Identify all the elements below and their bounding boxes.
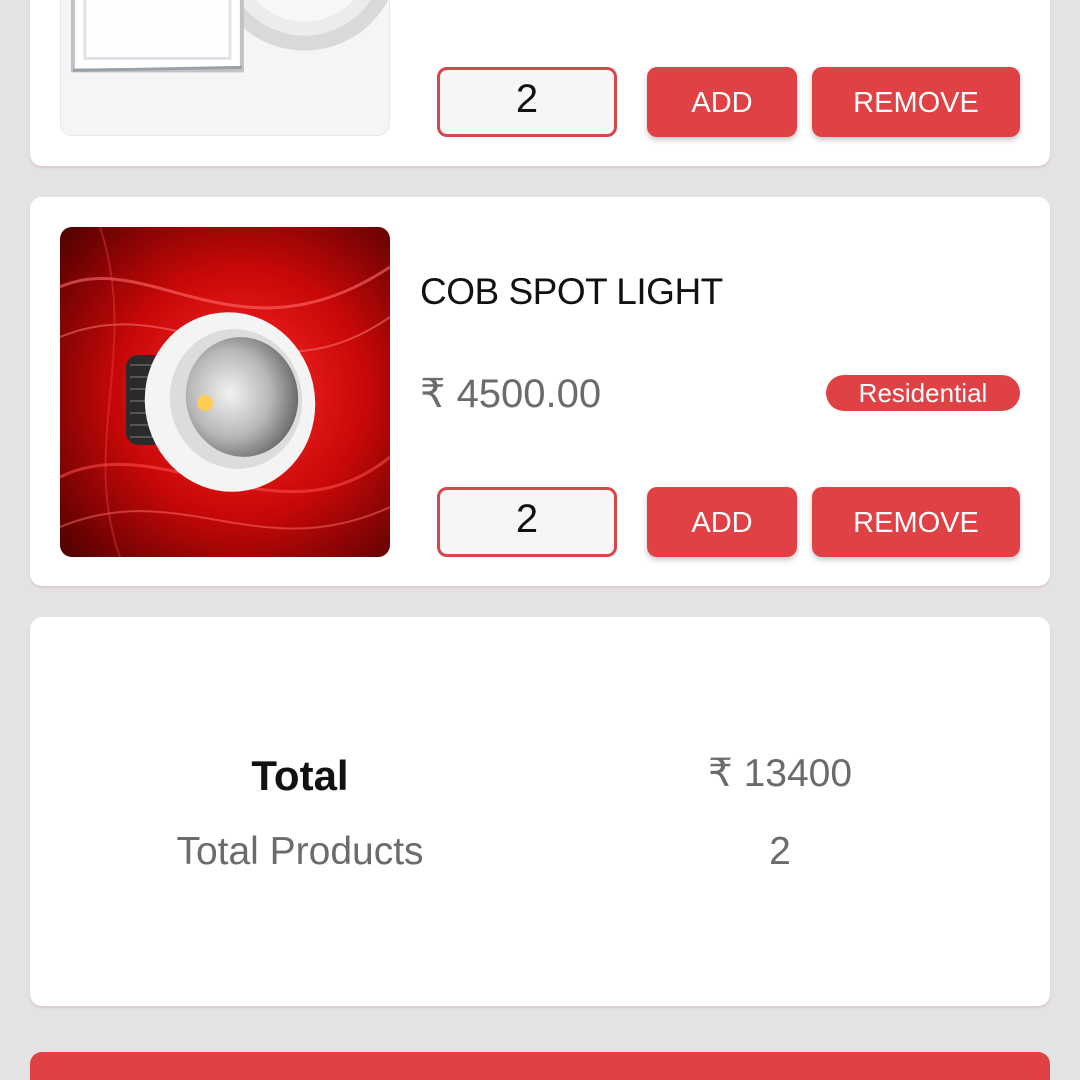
checkout-button[interactable]	[30, 1052, 1050, 1080]
remove-button[interactable]: REMOVE	[812, 67, 1020, 137]
remove-button[interactable]: REMOVE	[812, 487, 1020, 557]
quantity-input[interactable]: 2	[437, 487, 617, 557]
panel-light-image	[61, 0, 389, 135]
product-price: ₹ 4500.00	[420, 372, 602, 416]
cart-summary-card: Total ₹ 13400 Total Products 2	[30, 617, 1050, 1006]
cob-spot-light-image	[60, 227, 390, 557]
add-button[interactable]: ADD	[647, 487, 797, 557]
cart-item-card: 2 ADD REMOVE	[30, 0, 1050, 166]
product-name: COB SPOT LIGHT	[420, 271, 723, 312]
total-label: Total	[251, 752, 349, 799]
cart-item-card: COB SPOT LIGHT ₹ 4500.00 Residential 2 A…	[30, 197, 1050, 586]
category-badge: Residential	[826, 375, 1020, 411]
cart-screen: 2 ADD REMOVE COB SPOT LIGHT ₹ 4500.00 Re…	[0, 0, 1080, 1080]
total-products-label: Total Products	[176, 830, 424, 873]
product-image	[60, 0, 390, 136]
total-value: ₹ 13400	[707, 752, 853, 795]
total-products-value: 2	[769, 830, 791, 873]
quantity-input[interactable]: 2	[437, 67, 617, 137]
product-image	[60, 227, 390, 557]
add-button[interactable]: ADD	[647, 67, 797, 137]
